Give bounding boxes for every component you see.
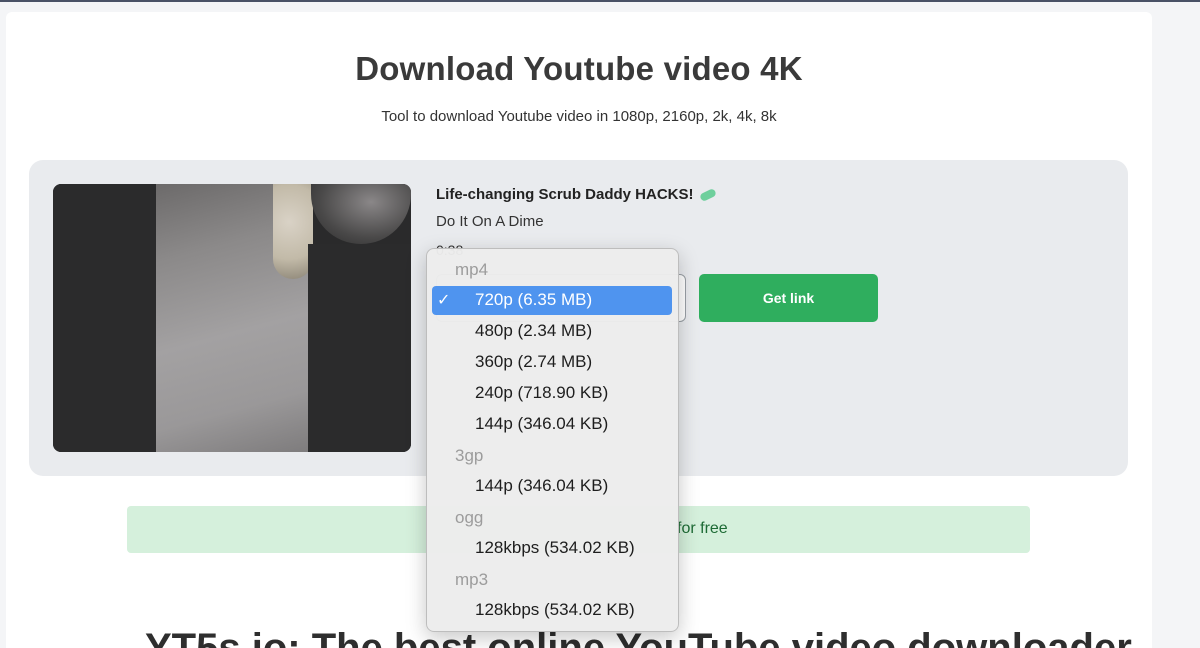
dropdown-option-mp4-360p[interactable]: 360p (2.74 MB) xyxy=(432,348,672,377)
dropdown-option-ogg-128kbps[interactable]: 128kbps (534.02 KB) xyxy=(432,534,672,563)
page-title: Download Youtube video 4K xyxy=(355,50,803,87)
dropdown-group-3gp: 3gp xyxy=(455,446,484,465)
option-label: 144p (346.04 KB) xyxy=(475,414,609,433)
get-link-button[interactable]: Get link xyxy=(699,274,878,322)
promo-text: for free xyxy=(677,520,728,537)
dropdown-option-3gp-144p[interactable]: 144p (346.04 KB) xyxy=(432,472,672,501)
dropdown-option-mp4-144p[interactable]: 144p (346.04 KB) xyxy=(432,410,672,439)
page-subtitle: Tool to download Youtube video in 1080p,… xyxy=(381,108,777,125)
video-thumbnail xyxy=(53,184,411,452)
dropdown-group-ogg: ogg xyxy=(455,508,484,527)
option-label: 720p (6.35 MB) xyxy=(475,290,593,309)
window-top-border xyxy=(0,0,1200,2)
option-label: 128kbps (534.02 KB) xyxy=(475,600,635,619)
dropdown-option-mp4-720p[interactable]: ✓ 720p (6.35 MB) xyxy=(432,286,672,315)
video-channel: Do It On A Dime xyxy=(436,213,544,230)
dropdown-group-mp3: mp3 xyxy=(455,570,489,589)
video-title-text: Life-changing Scrub Daddy HACKS! xyxy=(436,186,694,203)
dropdown-option-mp3-128kbps[interactable]: 128kbps (534.02 KB) xyxy=(432,596,672,625)
option-label: 144p (346.04 KB) xyxy=(475,476,609,495)
option-label: 128kbps (534.02 KB) xyxy=(475,538,635,557)
dropdown-group-mp4: mp4 xyxy=(455,260,489,279)
video-title: Life-changing Scrub Daddy HACKS! xyxy=(436,186,717,203)
option-label: 480p (2.34 MB) xyxy=(475,321,593,340)
dropdown-option-mp4-480p[interactable]: 480p (2.34 MB) xyxy=(432,317,672,346)
checkmark-icon: ✓ xyxy=(437,292,451,309)
dropdown-option-mp4-240p[interactable]: 240p (718.90 KB) xyxy=(432,379,672,408)
sponge-emoji-icon xyxy=(698,188,717,203)
option-label: 240p (718.90 KB) xyxy=(475,383,609,402)
option-label: 360p (2.74 MB) xyxy=(475,352,593,371)
